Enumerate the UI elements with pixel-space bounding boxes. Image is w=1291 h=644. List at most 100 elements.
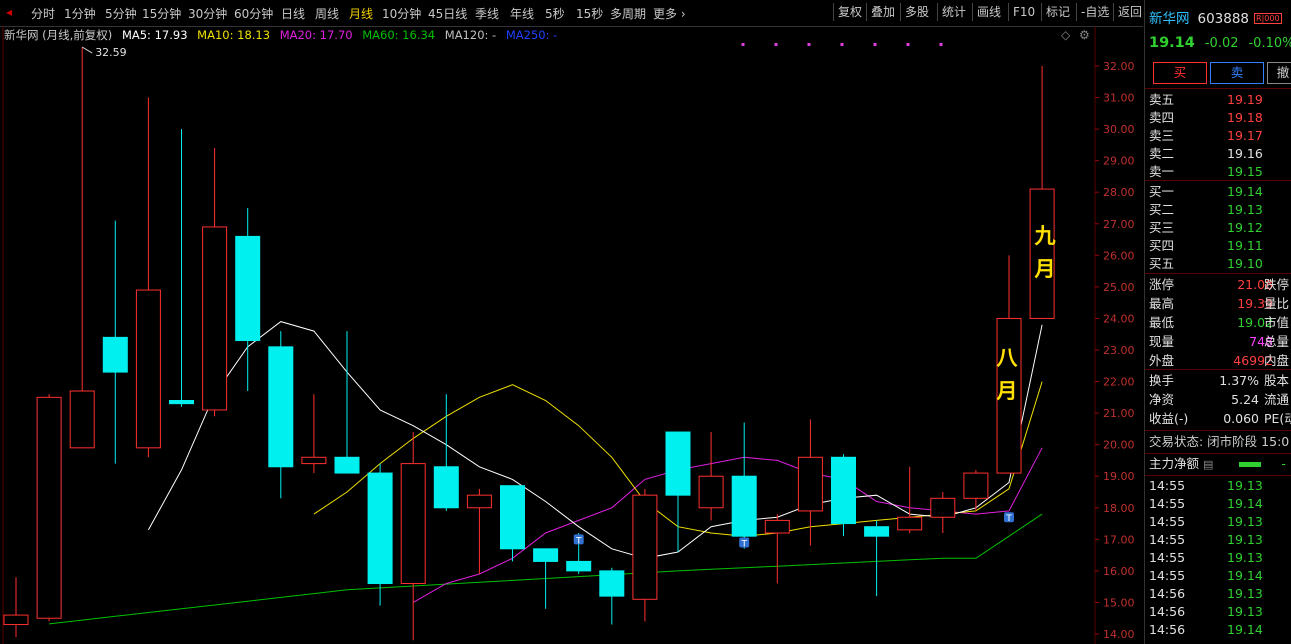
period-tab-12[interactable]: 年线 bbox=[510, 5, 534, 22]
period-tab-2[interactable]: 5分钟 bbox=[105, 5, 137, 22]
period-tab-8[interactable]: 月线 bbox=[349, 5, 373, 22]
stat2-label: 收益(-) bbox=[1149, 411, 1189, 426]
candle-body bbox=[102, 336, 128, 373]
period-tab-10[interactable]: 45日线 bbox=[428, 5, 467, 22]
stat2-row: 收益(-) 0.060 PE(动 bbox=[1149, 410, 1291, 428]
stat-row: 最低 19.02 市值 bbox=[1149, 314, 1289, 332]
y-tick-label: 22.00 bbox=[1103, 376, 1135, 389]
bid-row: 买三 19.12 bbox=[1149, 219, 1263, 237]
y-tick-label: 23.00 bbox=[1103, 344, 1135, 357]
candle-body bbox=[632, 494, 658, 600]
stat2-label-2: 流通 bbox=[1264, 392, 1290, 407]
y-tick-label: 24.00 bbox=[1103, 312, 1135, 325]
period-tab-11[interactable]: 季线 bbox=[475, 5, 499, 22]
bid-label: 买一 bbox=[1149, 184, 1175, 199]
candle-body bbox=[797, 456, 823, 512]
price-change: -0.02 bbox=[1204, 36, 1239, 51]
period-tab-9[interactable]: 10分钟 bbox=[382, 5, 421, 22]
candle-body bbox=[268, 346, 294, 468]
candle-body bbox=[500, 485, 525, 550]
annotation-august: 月 bbox=[996, 379, 1018, 403]
divider bbox=[1145, 180, 1291, 181]
quote-panel: 新华网 603888 R|000 19.14 -0.02 -0.10% 买 卖 … bbox=[1144, 0, 1291, 644]
bid-label: 买四 bbox=[1149, 238, 1175, 253]
tick-price: 19.14 bbox=[1227, 568, 1263, 583]
tick-row: 14:55 19.13 bbox=[1149, 549, 1263, 567]
tick-price: 19.13 bbox=[1227, 604, 1263, 619]
event-dot bbox=[807, 43, 811, 46]
tool-button-7[interactable]: -自选 bbox=[1076, 3, 1109, 21]
bid-price: 19.14 bbox=[1227, 184, 1263, 199]
period-tab-5[interactable]: 60分钟 bbox=[234, 5, 273, 22]
stat-value: 19.39 bbox=[1237, 296, 1274, 311]
candlestick-svg[interactable]: 32.00 31.00 30.00 29.00 28.00 27.00 26.00 25.00… bbox=[0, 26, 1143, 644]
period-tab-13[interactable]: 5秒 bbox=[545, 5, 565, 22]
ask-row: 卖二 19.16 bbox=[1149, 145, 1263, 163]
y-tick-label: 17.00 bbox=[1103, 533, 1135, 546]
stat2-value: 5.24 bbox=[1231, 392, 1259, 407]
last-price: 19.14 bbox=[1149, 35, 1195, 51]
y-tick-label: 18.00 bbox=[1103, 502, 1135, 515]
list-icon[interactable]: ▤ bbox=[1203, 458, 1213, 471]
tick-price: 19.13 bbox=[1227, 586, 1263, 601]
ask-price: 19.15 bbox=[1227, 164, 1263, 179]
annotation-september: 九 bbox=[1034, 224, 1056, 248]
stat-row: 涨停 21.08 跌停 bbox=[1149, 276, 1289, 294]
candle-body bbox=[69, 390, 95, 449]
period-tab-4[interactable]: 30分钟 bbox=[188, 5, 227, 22]
tool-button-6[interactable]: 标记 bbox=[1041, 3, 1070, 21]
event-dot bbox=[741, 43, 745, 46]
stat-value: 46992 bbox=[1233, 353, 1274, 368]
candle-body bbox=[169, 399, 194, 405]
kline-chart-area[interactable]: 新华网 (月线,前复权) MA5: 17.93 MA10: 18.13 MA20… bbox=[0, 26, 1143, 644]
candle-body bbox=[897, 516, 923, 531]
y-tick-label: 28.00 bbox=[1103, 186, 1135, 199]
cancel-order-button[interactable]: 撤 bbox=[1267, 62, 1291, 84]
event-dot bbox=[939, 43, 943, 46]
buy-button[interactable]: 买 bbox=[1153, 62, 1207, 84]
stock-name: 新华网 bbox=[1149, 11, 1190, 27]
period-tab-16[interactable]: 更多 › bbox=[653, 5, 686, 22]
tick-time: 14:55 bbox=[1149, 478, 1186, 493]
period-tab-0[interactable]: 分时 bbox=[31, 5, 55, 22]
stat-label-2: 跌停 bbox=[1264, 277, 1290, 292]
period-tab-1[interactable]: 1分钟 bbox=[64, 5, 96, 22]
y-tick-label: 15.00 bbox=[1103, 596, 1135, 609]
stat-row: 现量 748 总量 bbox=[1149, 333, 1289, 351]
tool-button-2[interactable]: 多股 bbox=[900, 3, 929, 21]
main-flow-label: 主力净额 bbox=[1149, 456, 1200, 471]
ask-label: 卖五 bbox=[1149, 92, 1175, 107]
period-tab-15[interactable]: 多周期 bbox=[610, 5, 646, 22]
period-tab-14[interactable]: 15秒 bbox=[576, 5, 603, 22]
sell-button[interactable]: 卖 bbox=[1210, 62, 1264, 84]
price-change-pct: -0.10% bbox=[1248, 36, 1291, 51]
tool-button-4[interactable]: 画线 bbox=[972, 3, 1001, 21]
candle-body bbox=[698, 475, 724, 509]
tool-button-5[interactable]: F10 bbox=[1008, 3, 1035, 21]
tool-button-1[interactable]: 叠加 bbox=[866, 3, 895, 21]
ask-price: 19.18 bbox=[1227, 110, 1263, 125]
tick-time: 14:55 bbox=[1149, 532, 1186, 547]
ask-row: 卖三 19.17 bbox=[1149, 127, 1263, 145]
bid-price: 19.12 bbox=[1227, 220, 1263, 235]
tool-button-8[interactable]: 返回 bbox=[1113, 3, 1142, 21]
stat-label: 外盘 bbox=[1149, 353, 1175, 368]
tool-button-0[interactable]: 复权 bbox=[833, 3, 862, 21]
stat2-label-2: 股本 bbox=[1264, 373, 1290, 388]
period-tab-7[interactable]: 周线 bbox=[315, 5, 339, 22]
tool-button-3[interactable]: 统计 bbox=[937, 3, 966, 21]
bid-row: 买四 19.11 bbox=[1149, 237, 1263, 255]
t-marker-label: T bbox=[575, 536, 582, 546]
candle-body bbox=[466, 494, 492, 509]
ask-price: 19.17 bbox=[1227, 128, 1263, 143]
divider bbox=[1145, 453, 1291, 454]
tick-time: 14:56 bbox=[1149, 622, 1186, 637]
tick-time: 14:55 bbox=[1149, 496, 1186, 511]
collapse-icon[interactable]: ◂ bbox=[6, 5, 12, 19]
period-tab-6[interactable]: 日线 bbox=[281, 5, 305, 22]
event-dot bbox=[774, 43, 778, 46]
candle-body bbox=[433, 466, 459, 509]
candle-body bbox=[533, 548, 559, 562]
y-tick-label: 25.00 bbox=[1103, 281, 1135, 294]
period-tab-3[interactable]: 15分钟 bbox=[142, 5, 181, 22]
